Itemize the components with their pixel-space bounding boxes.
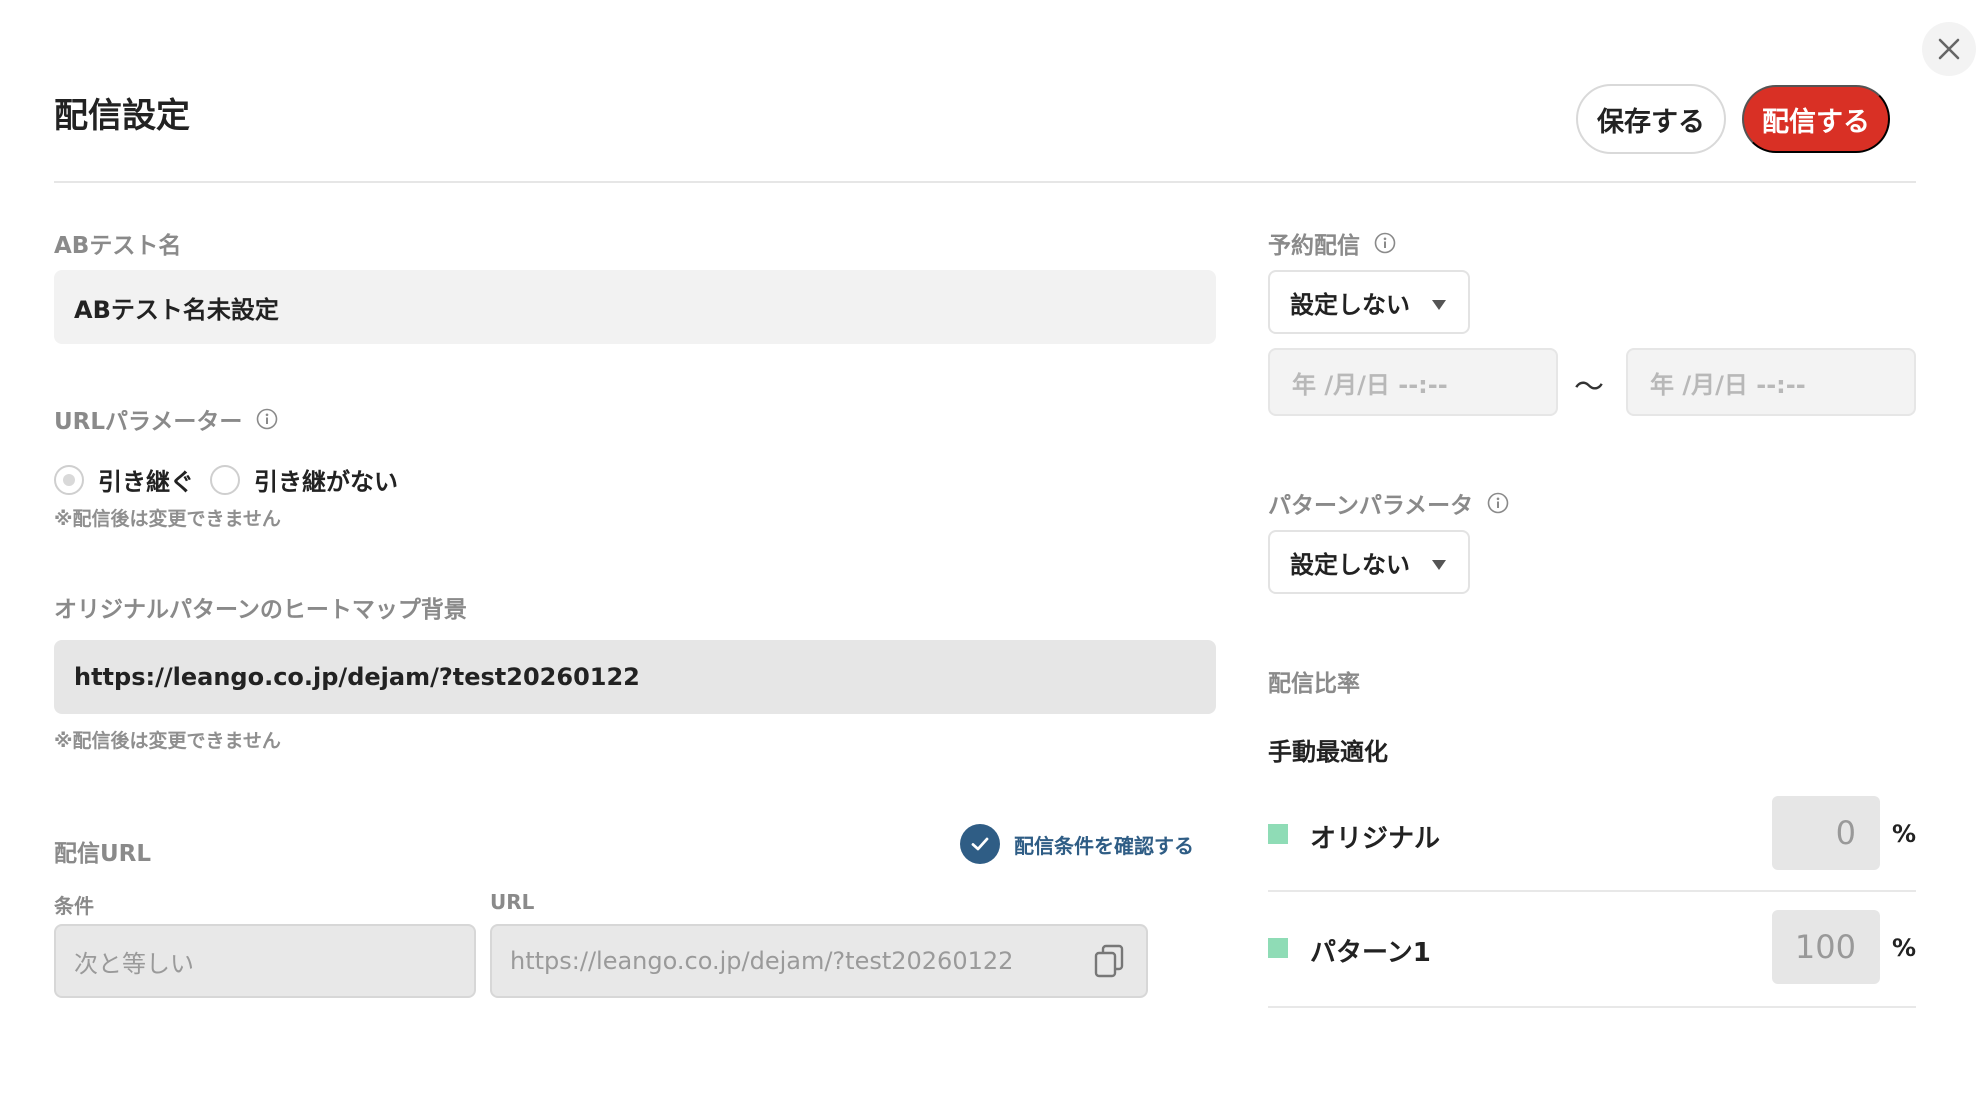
- delivery-url-value: https://leango.co.jp/dejam/?test20260122: [510, 947, 1014, 975]
- radio-inherit[interactable]: [54, 464, 84, 495]
- condition-select[interactable]: 次と等しい: [54, 924, 476, 998]
- close-icon: [1938, 38, 1960, 60]
- radio-inherit-label: 引き継ぐ: [98, 468, 194, 496]
- ratio-row-pattern1: パターン1 100 %: [1268, 892, 1916, 1008]
- check-conditions-label: 配信条件を確認する: [1014, 833, 1194, 858]
- ab-test-name-label: ABテスト名: [54, 233, 182, 259]
- info-icon[interactable]: [1487, 492, 1509, 514]
- check-conditions-link[interactable]: 配信条件を確認する: [960, 824, 1194, 864]
- ratio-mode-title: 手動最適化: [1268, 738, 1388, 766]
- url-label: URL: [490, 890, 535, 914]
- ratio-input-original[interactable]: 0: [1772, 796, 1880, 870]
- ratio-row-original: オリジナル 0 %: [1268, 776, 1916, 892]
- ratio-row-name: オリジナル: [1310, 824, 1441, 854]
- info-icon[interactable]: [1374, 232, 1396, 254]
- heatmap-url-input[interactable]: https://leango.co.jp/dejam/?test20260122: [54, 640, 1216, 714]
- delivery-url-field[interactable]: https://leango.co.jp/dejam/?test20260122: [490, 924, 1148, 998]
- condition-label: 条件: [54, 894, 94, 918]
- url-parameter-radio-group: 引き継ぐ 引き継がない: [54, 462, 398, 497]
- series-swatch: [1268, 824, 1288, 844]
- url-parameter-note: ※配信後は変更できません: [54, 508, 281, 530]
- info-icon[interactable]: [256, 408, 278, 430]
- header-divider: [54, 181, 1916, 183]
- save-button[interactable]: 保存する: [1576, 84, 1726, 154]
- pattern-parameter-label: パターンパラメータ: [1268, 486, 1509, 520]
- schedule-start-date[interactable]: 年 /月/日 --:--: [1268, 348, 1558, 416]
- radio-not-inherit-label: 引き継がない: [254, 468, 398, 496]
- close-button[interactable]: [1922, 22, 1976, 76]
- heatmap-background-label: オリジナルパターンのヒートマップ背景: [54, 597, 467, 623]
- percent-unit: %: [1892, 934, 1917, 962]
- ab-test-name-input[interactable]: ABテスト名未設定: [54, 270, 1216, 344]
- schedule-end-date[interactable]: 年 /月/日 --:--: [1626, 348, 1916, 416]
- ratio-input-pattern1[interactable]: 100: [1772, 910, 1880, 984]
- pattern-parameter-select[interactable]: 設定しない: [1268, 530, 1470, 594]
- radio-not-inherit[interactable]: [210, 464, 240, 495]
- copy-icon[interactable]: [1094, 944, 1124, 978]
- scheduled-delivery-select[interactable]: 設定しない: [1268, 270, 1470, 334]
- pattern-parameter-select-value: 設定しない: [1290, 550, 1410, 579]
- percent-unit: %: [1892, 820, 1917, 848]
- url-parameter-label: URLパラメーター: [54, 402, 278, 436]
- scheduled-delivery-label: 予約配信: [1268, 226, 1396, 260]
- ratio-row-name: パターン1: [1310, 938, 1431, 968]
- scheduled-delivery-select-value: 設定しない: [1290, 290, 1410, 319]
- chevron-down-icon: [1432, 300, 1446, 310]
- delivery-url-label: 配信URL: [54, 841, 152, 867]
- delivery-ratio-label: 配信比率: [1268, 671, 1360, 697]
- check-icon: [960, 824, 1000, 864]
- series-swatch: [1268, 938, 1288, 958]
- chevron-down-icon: [1432, 560, 1446, 570]
- publish-button[interactable]: 配信する: [1742, 85, 1890, 153]
- page-title: 配信設定: [54, 96, 190, 136]
- heatmap-note: ※配信後は変更できません: [54, 730, 281, 752]
- date-range-separator: 〜: [1574, 370, 1604, 405]
